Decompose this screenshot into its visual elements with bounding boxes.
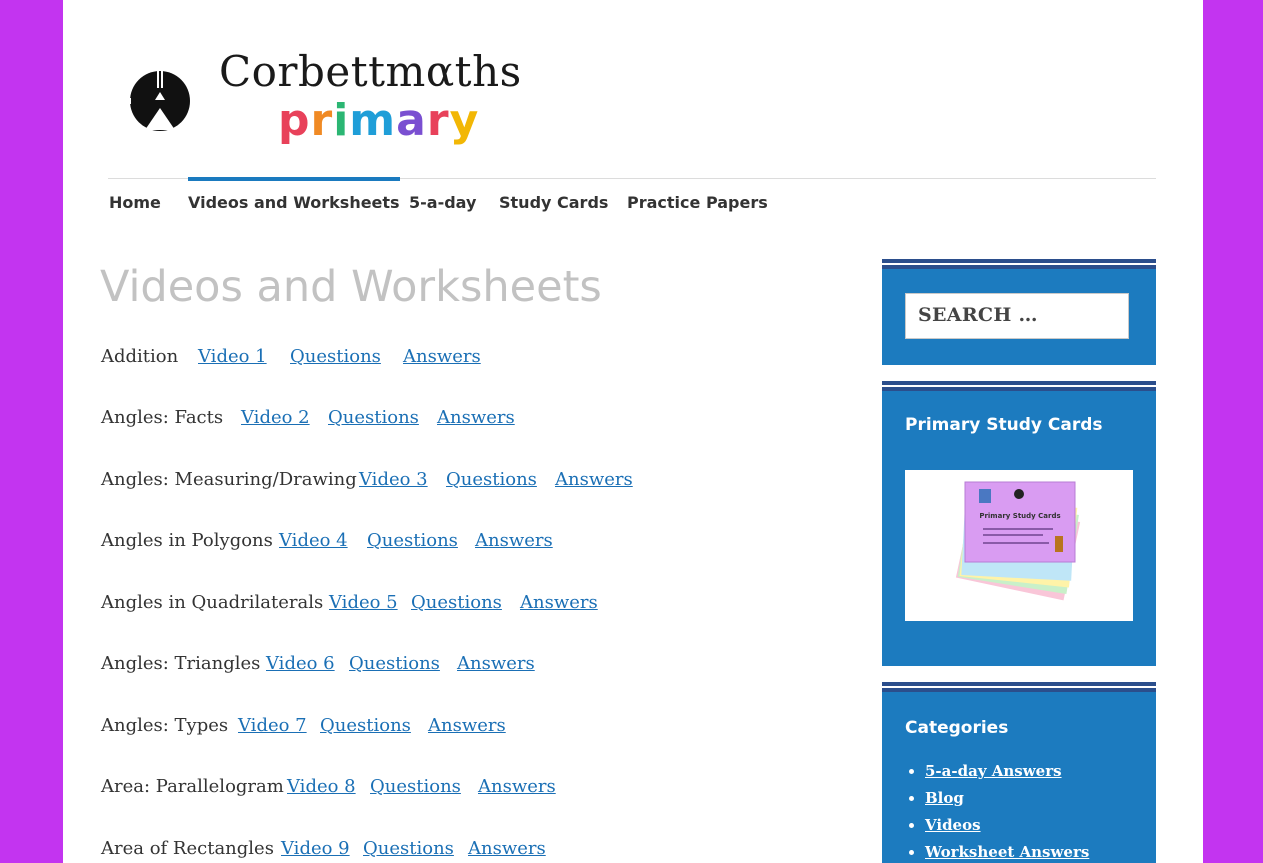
- answers-link[interactable]: Answers: [520, 592, 598, 613]
- study-cards-image-text: Primary Study Cards: [979, 512, 1060, 520]
- logo-subtitle-letter: m: [349, 95, 397, 146]
- nav-5-a-day[interactable]: 5-a-day: [409, 180, 476, 212]
- topic-label: Angles in Quadrilaterals: [101, 592, 324, 613]
- video-link[interactable]: Video 7: [238, 715, 307, 736]
- questions-link[interactable]: Questions: [320, 715, 411, 736]
- study-cards-illustration-icon: Primary Study Cards: [955, 481, 1081, 601]
- list-item: Worksheet Answers: [925, 839, 1089, 863]
- category-link-5-a-day-answers[interactable]: 5-a-day Answers: [925, 762, 1062, 780]
- answers-link[interactable]: Answers: [468, 838, 546, 859]
- video-link[interactable]: Video 3: [359, 469, 428, 490]
- category-link-worksheet-answers[interactable]: Worksheet Answers: [925, 843, 1089, 861]
- study-cards-title: Primary Study Cards: [905, 415, 1103, 435]
- corbettmaths-logo-icon: [125, 70, 190, 131]
- video-link[interactable]: Video 6: [266, 653, 335, 674]
- nav-practice-papers[interactable]: Practice Papers: [627, 180, 768, 212]
- site-logo[interactable]: Corbettmαths primary: [123, 45, 543, 170]
- logo-subtitle-letter: p: [278, 95, 311, 146]
- answers-link[interactable]: Answers: [478, 776, 556, 797]
- page-container: Corbettmαths primary Home Videos and Wor…: [63, 0, 1203, 863]
- topic-label: Angles: Facts: [101, 407, 224, 428]
- topic-label: Angles in Polygons: [101, 530, 273, 551]
- video-link[interactable]: Video 8: [287, 776, 356, 797]
- answers-link[interactable]: Answers: [437, 407, 515, 428]
- categories-title: Categories: [905, 718, 1009, 738]
- answers-link[interactable]: Answers: [457, 653, 535, 674]
- questions-link[interactable]: Questions: [367, 530, 458, 551]
- logo-subtitle: primary: [278, 95, 479, 146]
- category-link-blog[interactable]: Blog: [925, 789, 964, 807]
- video-link[interactable]: Video 4: [279, 530, 348, 551]
- category-link-videos[interactable]: Videos: [925, 816, 981, 834]
- nav-study-cards[interactable]: Study Cards: [499, 180, 608, 212]
- questions-link[interactable]: Questions: [370, 776, 461, 797]
- topic-label: Addition: [101, 346, 179, 367]
- search-widget: SEARCH …: [882, 259, 1156, 365]
- logo-subtitle-letter: y: [449, 95, 480, 146]
- topic-label: Angles: Triangles: [101, 653, 261, 674]
- video-link[interactable]: Video 5: [329, 592, 398, 613]
- answers-link[interactable]: Answers: [555, 469, 633, 490]
- nav-videos-and-worksheets[interactable]: Videos and Worksheets: [188, 177, 400, 212]
- category-list: 5-a-day Answers Blog Videos Worksheet An…: [905, 758, 1089, 863]
- questions-link[interactable]: Questions: [349, 653, 440, 674]
- list-item: Videos: [925, 812, 1089, 839]
- questions-link[interactable]: Questions: [446, 469, 537, 490]
- answers-link[interactable]: Answers: [428, 715, 506, 736]
- video-link[interactable]: Video 9: [281, 838, 350, 859]
- categories-widget: Categories 5-a-day Answers Blog Videos W…: [882, 682, 1156, 863]
- logo-subtitle-letter: r: [426, 95, 450, 146]
- questions-link[interactable]: Questions: [328, 407, 419, 428]
- list-item: 5-a-day Answers: [925, 758, 1089, 785]
- questions-link[interactable]: Questions: [411, 592, 502, 613]
- answers-link[interactable]: Answers: [403, 346, 481, 367]
- search-input[interactable]: SEARCH …: [905, 293, 1129, 339]
- page-title: Videos and Worksheets: [100, 262, 602, 312]
- questions-link[interactable]: Questions: [290, 346, 381, 367]
- topic-label: Area of Rectangles: [101, 838, 274, 859]
- topic-label: Area: Parallelogram: [101, 776, 284, 797]
- questions-link[interactable]: Questions: [363, 838, 454, 859]
- logo-wordmark: Corbettmαths: [219, 47, 522, 96]
- list-item: Blog: [925, 785, 1089, 812]
- logo-subtitle-letter: i: [333, 95, 350, 146]
- video-link[interactable]: Video 2: [241, 407, 310, 428]
- video-link[interactable]: Video 1: [198, 346, 267, 367]
- search-placeholder: SEARCH …: [918, 304, 1038, 326]
- topic-label: Angles: Types: [101, 715, 229, 736]
- topic-label: Angles: Measuring/Drawing: [101, 469, 357, 490]
- logo-subtitle-letter: r: [310, 95, 334, 146]
- logo-subtitle-letter: a: [396, 95, 427, 146]
- study-cards-image[interactable]: Primary Study Cards: [905, 470, 1133, 621]
- answers-link[interactable]: Answers: [475, 530, 553, 551]
- nav-home[interactable]: Home: [109, 180, 161, 212]
- study-cards-widget: Primary Study Cards Primary Study Cards: [882, 381, 1156, 666]
